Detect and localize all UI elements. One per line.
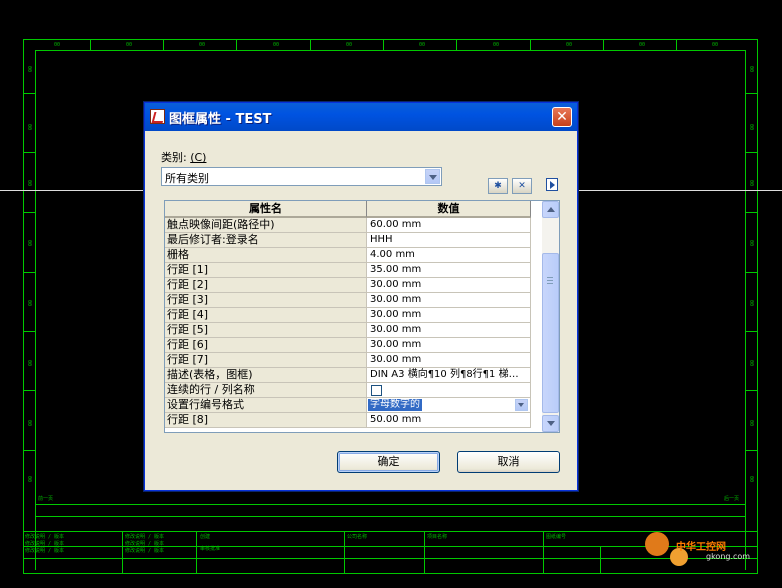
scroll-down-button[interactable]: [542, 415, 559, 432]
row-format-selected: 字母数字的: [368, 399, 422, 411]
close-button[interactable]: ✕: [552, 107, 572, 127]
table-row[interactable]: 栅格 4.00 mm: [165, 248, 531, 263]
grid-scrollbar[interactable]: [542, 201, 559, 432]
chevron-down-icon[interactable]: [425, 169, 440, 184]
delete-property-button[interactable]: ✕: [512, 178, 532, 194]
continuous-names-checkbox[interactable]: [371, 385, 382, 396]
dialog-title: 图框属性 - TEST: [169, 112, 272, 127]
property-name: 行距 [7]: [165, 353, 367, 368]
cross-icon: ✕: [518, 181, 526, 191]
chevron-down-icon[interactable]: [515, 399, 528, 411]
scroll-up-button[interactable]: [542, 201, 559, 218]
property-value[interactable]: 60.00 mm: [367, 218, 531, 233]
property-name: 行距 [8]: [165, 413, 367, 428]
column-header-value[interactable]: 数值: [367, 201, 531, 218]
property-name: 触点映像间距(路径中): [165, 218, 367, 233]
table-row[interactable]: 行距 [6] 30.00 mm: [165, 338, 531, 353]
property-value[interactable]: 30.00 mm: [367, 323, 531, 338]
cancel-button[interactable]: 取消: [457, 451, 560, 473]
table-row[interactable]: 行距 [8] 50.00 mm: [165, 413, 531, 428]
property-name: 行距 [1]: [165, 263, 367, 278]
next-page-label: 后一页: [724, 496, 740, 502]
property-name: 描述(表格，图框): [165, 368, 367, 383]
property-name: 最后修订者:登录名: [165, 233, 367, 248]
property-name: 行距 [3]: [165, 293, 367, 308]
company-label: 公司名称: [347, 534, 368, 540]
frame-properties-dialog: 图框属性 - TEST ✕ 类别: (C) 所有类别 ✱ ✕ 属性名 数值 触点…: [144, 102, 578, 491]
ok-button[interactable]: 确定: [337, 451, 440, 473]
prev-page-label: 前一页: [38, 496, 54, 502]
property-grid: 属性名 数值 触点映像间距(路径中) 60.00 mm 最后修订者:登录名 HH…: [164, 200, 560, 433]
property-name: 设置行编号格式: [165, 398, 367, 413]
category-value: 所有类别: [165, 172, 209, 185]
dialog-titlebar[interactable]: 图框属性 - TEST ✕: [145, 103, 577, 131]
property-name: 行距 [5]: [165, 323, 367, 338]
approver-label: 审核批准: [200, 546, 221, 552]
property-name: 栅格: [165, 248, 367, 263]
property-name: 行距 [6]: [165, 338, 367, 353]
table-row[interactable]: 行距 [5] 30.00 mm: [165, 323, 531, 338]
property-name: 行距 [4]: [165, 308, 367, 323]
gear-icon: [645, 532, 669, 556]
column-header-name[interactable]: 属性名: [165, 201, 367, 218]
category-label: 类别: (C): [161, 151, 207, 164]
table-row[interactable]: 触点映像间距(路径中) 60.00 mm: [165, 218, 531, 233]
table-row[interactable]: 行距 [3] 30.00 mm: [165, 293, 531, 308]
property-value[interactable]: 30.00 mm: [367, 278, 531, 293]
table-row[interactable]: 描述(表格，图框) DIN A3 横向¶10 列¶8行¶1 梯…: [165, 368, 531, 383]
category-combobox[interactable]: 所有类别: [161, 167, 442, 186]
property-value[interactable]: 35.00 mm: [367, 263, 531, 278]
table-row[interactable]: 设置行编号格式 字母数字的: [165, 398, 531, 413]
table-row[interactable]: 连续的行 / 列名称: [165, 383, 531, 398]
table-row[interactable]: 行距 [2] 30.00 mm: [165, 278, 531, 293]
property-value[interactable]: HHH: [367, 233, 531, 248]
creator-label: 创建: [200, 534, 211, 540]
property-value[interactable]: 50.00 mm: [367, 413, 531, 428]
crosshair-left: [0, 190, 144, 191]
title-block-small-text: 修改说明 / 版本: [25, 534, 65, 540]
property-value[interactable]: 30.00 mm: [367, 353, 531, 368]
property-value[interactable]: DIN A3 横向¶10 列¶8行¶1 梯…: [367, 368, 531, 383]
project-label: 项目名称: [427, 534, 448, 540]
row-format-select[interactable]: 字母数字的: [367, 398, 531, 413]
expand-arrow-button[interactable]: [546, 178, 558, 191]
grip-icon: [547, 277, 553, 284]
property-value[interactable]: 30.00 mm: [367, 293, 531, 308]
watermark-brand: 中华工控网: [676, 542, 726, 553]
property-value[interactable]: 30.00 mm: [367, 308, 531, 323]
watermark-url: gkong.com: [706, 552, 751, 561]
table-row[interactable]: 行距 [1] 35.00 mm: [165, 263, 531, 278]
crosshair-right: [578, 190, 782, 191]
star-icon: ✱: [494, 181, 502, 191]
table-row[interactable]: 行距 [7] 30.00 mm: [165, 353, 531, 368]
table-row[interactable]: 行距 [4] 30.00 mm: [165, 308, 531, 323]
table-row[interactable]: 最后修订者:登录名 HHH: [165, 233, 531, 248]
app-icon: [150, 109, 165, 124]
property-value-checkbox-cell: [367, 383, 531, 398]
new-property-button[interactable]: ✱: [488, 178, 508, 194]
property-value[interactable]: 4.00 mm: [367, 248, 531, 263]
property-name: 行距 [2]: [165, 278, 367, 293]
property-value[interactable]: 30.00 mm: [367, 338, 531, 353]
property-name: 连续的行 / 列名称: [165, 383, 367, 398]
drawing-no-label: 图纸编号: [546, 534, 567, 540]
